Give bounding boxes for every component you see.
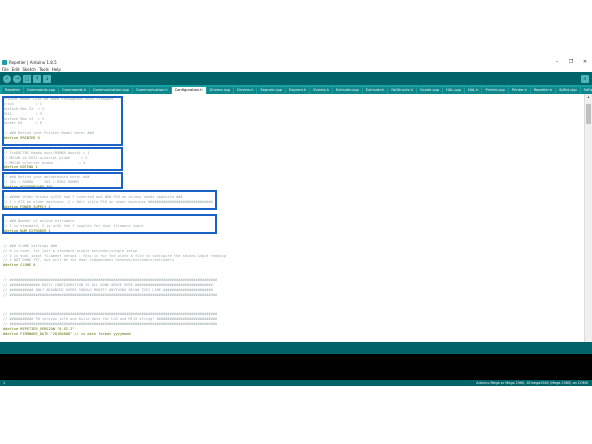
tab-printer-cpp[interactable]: Printer.cpp — [482, 87, 508, 94]
menu-help[interactable]: Help — [52, 67, 61, 72]
tab-eeprom-h[interactable]: Eeprom.h — [286, 87, 310, 94]
tab-configuration-h[interactable]: Configuration.h — [171, 87, 206, 94]
menu-sketch[interactable]: Sketch — [22, 67, 35, 72]
new-button[interactable]: ▢ — [23, 74, 31, 83]
tab-repetier[interactable]: Repetier — [2, 87, 24, 94]
tab-hal-h[interactable]: HAL.h — [464, 87, 482, 94]
code-line: #define FIRMWARE_DATE "20180808" // in d… — [3, 331, 131, 336]
window-controls: – ❐ ✕ — [550, 58, 592, 66]
highlight-power-supply — [2, 190, 217, 210]
tab-extruder-h[interactable]: Extruder.h — [362, 87, 388, 94]
highlight-hotend — [2, 147, 123, 171]
tab-communication-h[interactable]: Communication.h — [132, 87, 171, 94]
menu-edit[interactable]: Edit — [12, 67, 20, 72]
title-bar: Repetier | Arduino 1.8.5 – ❐ ✕ — [0, 58, 592, 66]
tab-fatstructs-h[interactable]: FatStructs.h — [388, 87, 416, 94]
tab-sdfat-h[interactable]: SdFat.h — [580, 87, 592, 94]
menu-file[interactable]: File — [2, 67, 9, 72]
tab-drivers-h[interactable]: Drivers.h — [234, 87, 257, 94]
board-info: Arduino Mega or Mega 2560, ATmega2560 (M… — [476, 381, 588, 385]
tab-extruder-cpp[interactable]: Extruder.cpp — [332, 87, 362, 94]
line-number: 1 — [3, 381, 6, 385]
arduino-ide-window: Repetier | Arduino 1.8.5 – ❐ ✕ File Edit… — [0, 58, 592, 386]
code-editor[interactable]: Printer Model List as used throughout th… — [0, 94, 592, 342]
toolbar: ✓ → ▢ ↑ ↓ ⌕ — [0, 72, 592, 85]
tab-eeprom-cpp[interactable]: Eeprom.cpp — [257, 87, 286, 94]
save-button[interactable]: ↓ — [43, 74, 51, 83]
scrollbar-thumb[interactable] — [586, 104, 591, 124]
maximize-icon[interactable]: ❐ — [564, 58, 578, 66]
tab-repetier-h[interactable]: Repetier.h — [530, 87, 556, 94]
tab-drivers-cpp[interactable]: Drivers.cpp — [206, 87, 234, 94]
minimize-icon[interactable]: – — [550, 58, 564, 66]
tab-hal-cpp[interactable]: HAL.cpp — [443, 87, 464, 94]
window-title: Repetier | Arduino 1.8.5 — [9, 59, 57, 65]
scroll-up-icon[interactable]: ▴ — [585, 94, 592, 100]
tab-communication-cpp[interactable]: Communication.cpp — [89, 87, 132, 94]
status-bar: 1 Arduino Mega or Mega 2560, ATmega2560 … — [0, 380, 592, 386]
tab-commands-cpp[interactable]: Commands.cpp — [24, 87, 59, 94]
close-icon[interactable]: ✕ — [578, 58, 592, 66]
tab-bar: Repetier Commands.cpp Commands.h Communicat… — [0, 85, 592, 94]
tab-gcode-cpp[interactable]: Gcode.cpp — [416, 87, 443, 94]
open-button[interactable]: ↑ — [33, 74, 41, 83]
tab-events-h[interactable]: Events.h — [310, 87, 332, 94]
highlight-printer-model — [2, 96, 123, 146]
message-bar — [0, 342, 592, 354]
tab-sdfat-cpp[interactable]: SdFat.cpp — [556, 87, 580, 94]
editor-scrollbar[interactable]: ▴ — [584, 94, 592, 342]
highlight-motherboard — [2, 172, 123, 189]
arduino-app-icon — [2, 59, 7, 65]
serial-monitor-icon[interactable]: ⌕ — [581, 74, 589, 83]
tab-commands-h[interactable]: Commands.h — [59, 87, 89, 94]
console-output — [0, 354, 592, 380]
verify-button[interactable]: ✓ — [3, 74, 11, 83]
menu-tools[interactable]: Tools — [39, 67, 49, 72]
upload-button[interactable]: → — [13, 74, 21, 83]
tab-printer-h[interactable]: Printer.h — [508, 87, 530, 94]
highlight-num-extruder — [2, 214, 217, 234]
